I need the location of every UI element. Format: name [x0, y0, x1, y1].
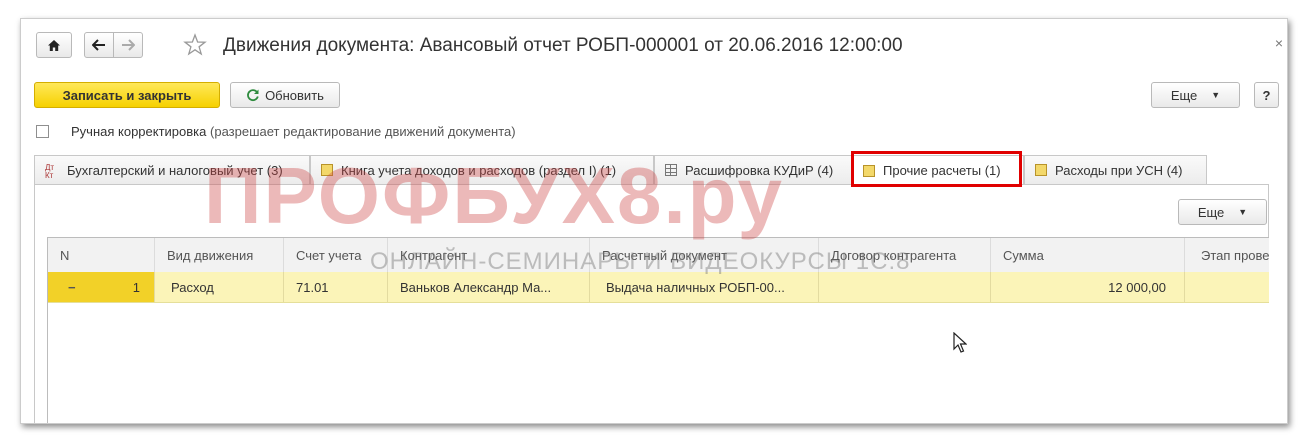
help-button[interactable]: ?: [1254, 82, 1279, 108]
more-button[interactable]: Еще ▼: [1151, 82, 1240, 108]
column-n[interactable]: N: [48, 238, 155, 272]
favorite-button[interactable]: [183, 33, 207, 57]
close-icon[interactable]: ×: [1275, 35, 1283, 51]
refresh-button[interactable]: Обновить: [230, 82, 340, 108]
watermark-logo: ПРОФБУХ8.ру: [204, 151, 784, 240]
manual-correction-checkbox[interactable]: [36, 125, 49, 138]
row-number: 1: [132, 279, 140, 295]
register-icon: [1035, 164, 1047, 176]
table-row[interactable]: − 1 Расход 71.01 Ваньков Александр Ма...…: [48, 272, 1269, 303]
column-sum[interactable]: Сумма: [991, 238, 1185, 272]
forward-button[interactable]: [113, 32, 143, 58]
cell-movement-kind: Расход: [155, 272, 284, 302]
manual-correction-hint: (разрешает редактирование движений докум…: [210, 124, 516, 139]
star-icon: [183, 33, 207, 56]
watermark-subtitle: ОНЛАЙН-СЕМИНАРЫ И ВИДЕОКУРСЫ 1С:8: [370, 248, 911, 275]
manual-correction-label[interactable]: Ручная корректировка (разрешает редактир…: [71, 124, 516, 139]
manual-correction-text: Ручная корректировка: [71, 124, 207, 139]
home-button[interactable]: [36, 32, 72, 58]
tab-label: Расходы при УСН (4): [1055, 162, 1183, 178]
arrow-left-icon: [92, 39, 105, 51]
home-icon: [48, 39, 60, 51]
save-and-close-button[interactable]: Записать и закрыть: [34, 82, 220, 108]
mouse-cursor-icon: [953, 332, 967, 353]
refresh-icon: [247, 89, 259, 101]
panel-more-button[interactable]: Еще ▼: [1178, 199, 1267, 225]
arrow-right-icon: [122, 39, 135, 51]
panel-more-label: Еще: [1197, 204, 1225, 220]
column-stage[interactable]: Этап прове: [1185, 238, 1269, 272]
tab-usn-expenses[interactable]: Расходы при УСН (4): [1024, 155, 1207, 184]
cell-sum: 12 000,00: [991, 272, 1185, 302]
column-movement-kind[interactable]: Вид движения: [155, 238, 284, 272]
cell-account: 71.01: [284, 272, 388, 302]
chevron-down-icon: ▼: [1238, 207, 1248, 217]
chevron-down-icon: ▼: [1211, 90, 1221, 100]
refresh-label: Обновить: [265, 87, 324, 103]
highlight-box: [851, 151, 1022, 187]
row-number-cell: − 1: [48, 272, 155, 302]
dt-kt-icon: Дт Кт: [45, 163, 55, 180]
cell-counterparty: Ваньков Александр Ма...: [388, 272, 590, 302]
cell-contract: [819, 272, 991, 302]
cell-stage: [1185, 272, 1269, 302]
cell-settlement-document: Выдача наличных РОБП-00...: [590, 272, 819, 302]
row-sign: −: [68, 279, 76, 295]
back-button[interactable]: [84, 32, 114, 58]
window-title: Движения документа: Авансовый отчет РОБП…: [223, 35, 903, 56]
more-label: Еще: [1170, 87, 1198, 103]
